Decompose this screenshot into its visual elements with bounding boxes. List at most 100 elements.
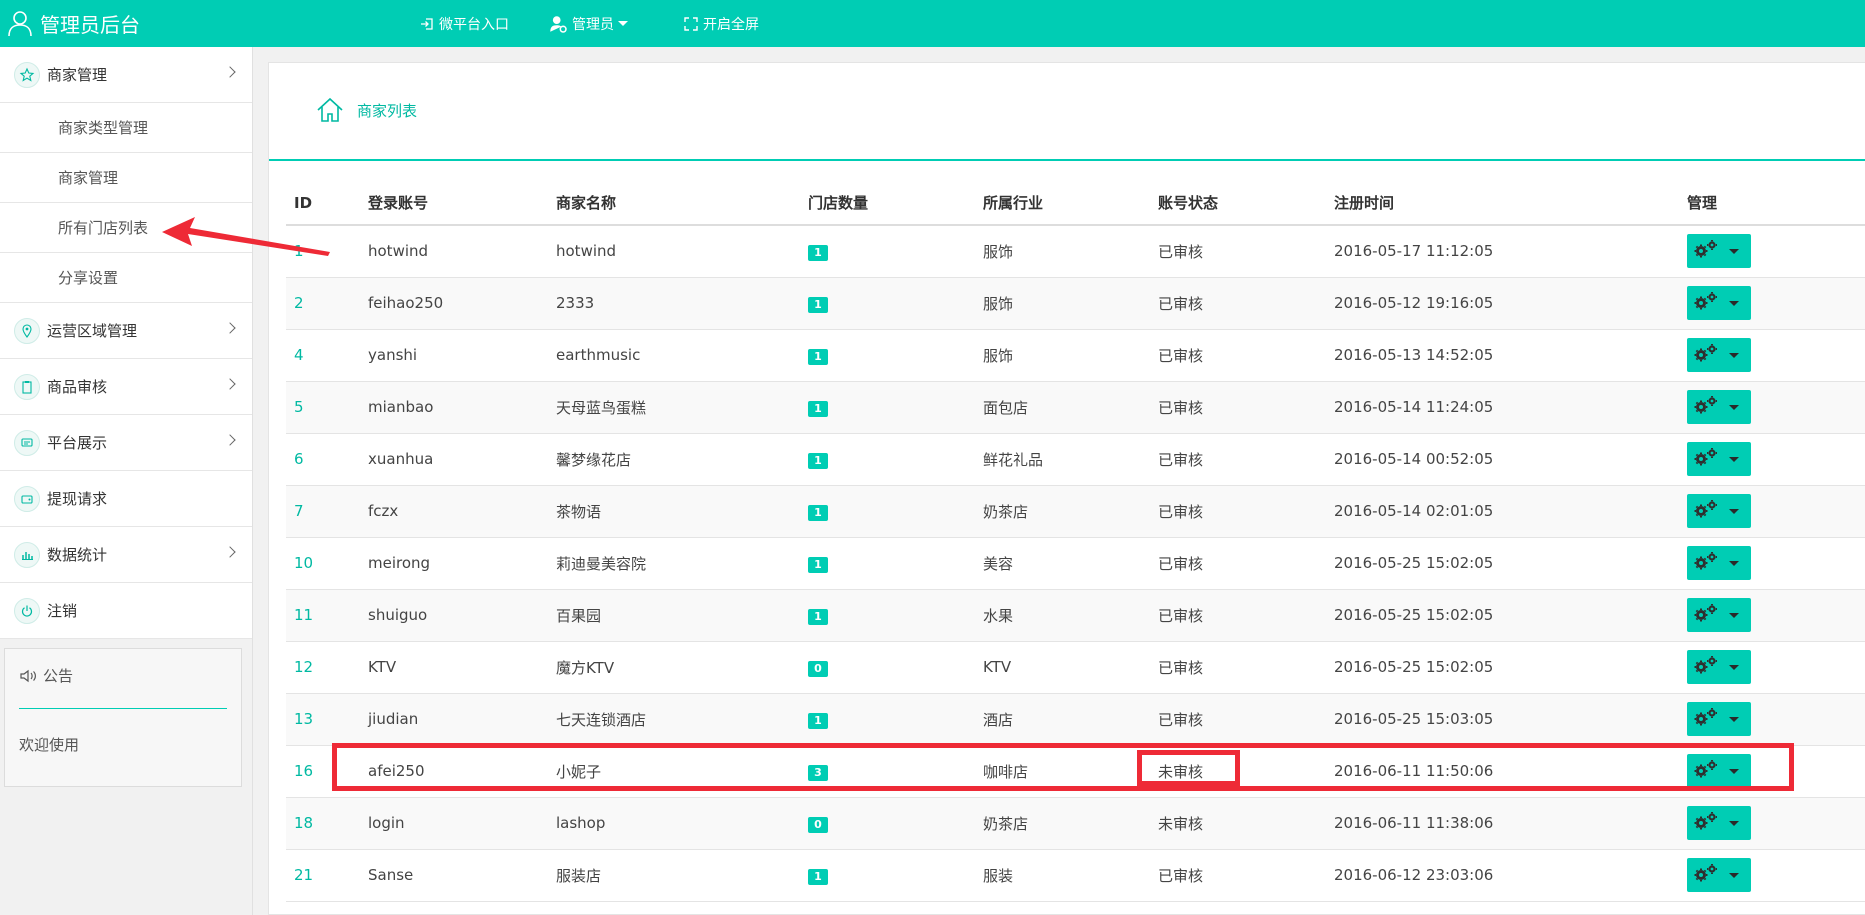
- cell-name: 2333: [548, 277, 800, 330]
- store-count-badge: 1: [808, 712, 828, 729]
- cell-manage: [1679, 693, 1865, 746]
- cell-id[interactable]: 18: [286, 797, 360, 850]
- cell-manage: [1679, 537, 1865, 590]
- sidebar-item-region[interactable]: 运营区域管理: [0, 303, 252, 359]
- notice-title: 公告: [19, 665, 73, 686]
- highlight-box-status: [1137, 750, 1240, 786]
- manage-dropdown-button[interactable]: [1687, 338, 1751, 372]
- cell-industry: KTV: [975, 641, 1150, 694]
- cell-manage: [1679, 589, 1865, 642]
- store-count-badge: 1: [808, 400, 828, 417]
- app-title: 管理员后台: [40, 12, 140, 37]
- cell-time: 2016-05-25 15:02:05: [1326, 537, 1679, 590]
- gear-icon: [1687, 810, 1721, 836]
- gear-icon: [1687, 602, 1721, 628]
- col-header-time: 注册时间: [1326, 181, 1679, 226]
- cell-id[interactable]: 2: [286, 277, 360, 330]
- home-icon[interactable]: [315, 95, 345, 125]
- cell-status: 已审核: [1150, 277, 1326, 330]
- manage-dropdown-button[interactable]: [1687, 442, 1751, 476]
- breadcrumb-label[interactable]: 商家列表: [357, 100, 417, 121]
- cell-id[interactable]: 6: [286, 433, 360, 486]
- manage-dropdown-button[interactable]: [1687, 858, 1751, 892]
- merchant-table: ID 登录账号 商家名称 门店数量 所属行业 账号状态 注册时间 管理 1 hot…: [286, 181, 1865, 902]
- breadcrumb-bar: 商家列表: [269, 63, 1865, 161]
- cell-name: 天母蓝鸟蛋糕: [548, 381, 800, 434]
- cell-account: mianbao: [360, 381, 548, 434]
- cell-status: 已审核: [1150, 381, 1326, 434]
- cell-status: 已审核: [1150, 433, 1326, 486]
- table-row: 10 meirong 莉迪曼美容院 1 美容 已审核 2016-05-25 15:02:05: [286, 537, 1865, 590]
- cell-id[interactable]: 5: [286, 381, 360, 434]
- cell-status: 已审核: [1150, 641, 1326, 694]
- sidebar-item-product-review[interactable]: 商品审核: [0, 359, 252, 415]
- user-icon: [8, 11, 32, 37]
- cell-stores: 1: [800, 329, 975, 382]
- cell-name: 馨梦缘花店: [548, 433, 800, 486]
- admin-menu[interactable]: 管理员: [549, 0, 628, 47]
- sidebar-item-merchant-mgmt[interactable]: 商家管理: [0, 47, 252, 103]
- sidebar-subitem-merchant[interactable]: 商家管理: [0, 153, 252, 203]
- cell-manage: [1679, 277, 1865, 330]
- manage-dropdown-button[interactable]: [1687, 650, 1751, 684]
- manage-dropdown-button[interactable]: [1687, 546, 1751, 580]
- gear-icon: [1687, 550, 1721, 576]
- sidebar-item-logout[interactable]: 注销: [0, 583, 252, 639]
- chevron-down-icon: [1729, 717, 1739, 722]
- manage-dropdown-button[interactable]: [1687, 806, 1751, 840]
- cell-stores: 1: [800, 225, 975, 278]
- sidebar-item-platform-display[interactable]: 平台展示: [0, 415, 252, 471]
- cell-id[interactable]: 13: [286, 693, 360, 746]
- sidebar-item-withdraw[interactable]: 提现请求: [0, 471, 252, 527]
- chevron-down-icon: [1729, 353, 1739, 358]
- sidebar: 商家管理 商家类型管理 商家管理 所有门店列表 分享设置 运营区域管理 商品审核…: [0, 47, 253, 915]
- sidebar-item-label: 平台展示: [47, 434, 108, 452]
- fullscreen-button[interactable]: 开启全屏: [684, 0, 759, 47]
- notice-title-label: 公告: [43, 667, 74, 685]
- sidebar-subitem-share-settings[interactable]: 分享设置: [0, 253, 252, 303]
- cell-id[interactable]: 4: [286, 329, 360, 382]
- manage-dropdown-button[interactable]: [1687, 598, 1751, 632]
- manage-dropdown-button[interactable]: [1687, 494, 1751, 528]
- col-header-stores: 门店数量: [800, 181, 975, 226]
- cell-status: 已审核: [1150, 537, 1326, 590]
- cell-id[interactable]: 21: [286, 849, 360, 902]
- cell-name: lashop: [548, 797, 800, 850]
- chevron-down-icon: [1729, 405, 1739, 410]
- cell-industry: 美容: [975, 537, 1150, 590]
- sidebar-item-statistics[interactable]: 数据统计: [0, 527, 252, 583]
- platform-entry-link[interactable]: 微平台入口: [420, 0, 509, 47]
- cell-status: 已审核: [1150, 693, 1326, 746]
- store-count-badge: 1: [808, 244, 828, 261]
- cell-name: 服装店: [548, 849, 800, 902]
- sidebar-item-label: 运营区域管理: [47, 322, 138, 340]
- table-row: 6 xuanhua 馨梦缘花店 1 鲜花礼品 已审核 2016-05-14 00:52:05: [286, 433, 1865, 486]
- manage-dropdown-button[interactable]: [1687, 234, 1751, 269]
- cell-time: 2016-05-14 02:01:05: [1326, 485, 1679, 538]
- cell-name: 莉迪曼美容院: [548, 537, 800, 590]
- manage-dropdown-button[interactable]: [1687, 286, 1751, 320]
- cell-industry: 奶茶店: [975, 485, 1150, 538]
- cell-account: KTV: [360, 641, 548, 694]
- store-count-badge: 1: [808, 504, 828, 521]
- chevron-down-icon: [1729, 821, 1739, 826]
- cell-manage: [1679, 433, 1865, 486]
- cell-name: 七天连锁酒店: [548, 693, 800, 746]
- manage-dropdown-button[interactable]: [1687, 390, 1751, 424]
- sidebar-subitem-merchant-type[interactable]: 商家类型管理: [0, 103, 252, 153]
- cell-id[interactable]: 10: [286, 537, 360, 590]
- cell-account: feihao250: [360, 277, 548, 330]
- clipboard-icon: [14, 373, 40, 400]
- cell-id[interactable]: 11: [286, 589, 360, 642]
- cell-time: 2016-06-12 23:03:06: [1326, 849, 1679, 902]
- table-row: 18 login lashop 0 奶茶店 未审核 2016-06-11 11:38:06: [286, 797, 1865, 850]
- col-header-industry: 所属行业: [975, 181, 1150, 226]
- gear-icon: [1687, 498, 1721, 524]
- cell-time: 2016-05-14 11:24:05: [1326, 381, 1679, 434]
- highlight-box-row: [332, 743, 1794, 791]
- cell-id[interactable]: 12: [286, 641, 360, 694]
- manage-dropdown-button[interactable]: [1687, 702, 1751, 736]
- notice-body: 欢迎使用: [19, 736, 80, 754]
- cell-id[interactable]: 7: [286, 485, 360, 538]
- chevron-right-icon: [224, 322, 236, 334]
